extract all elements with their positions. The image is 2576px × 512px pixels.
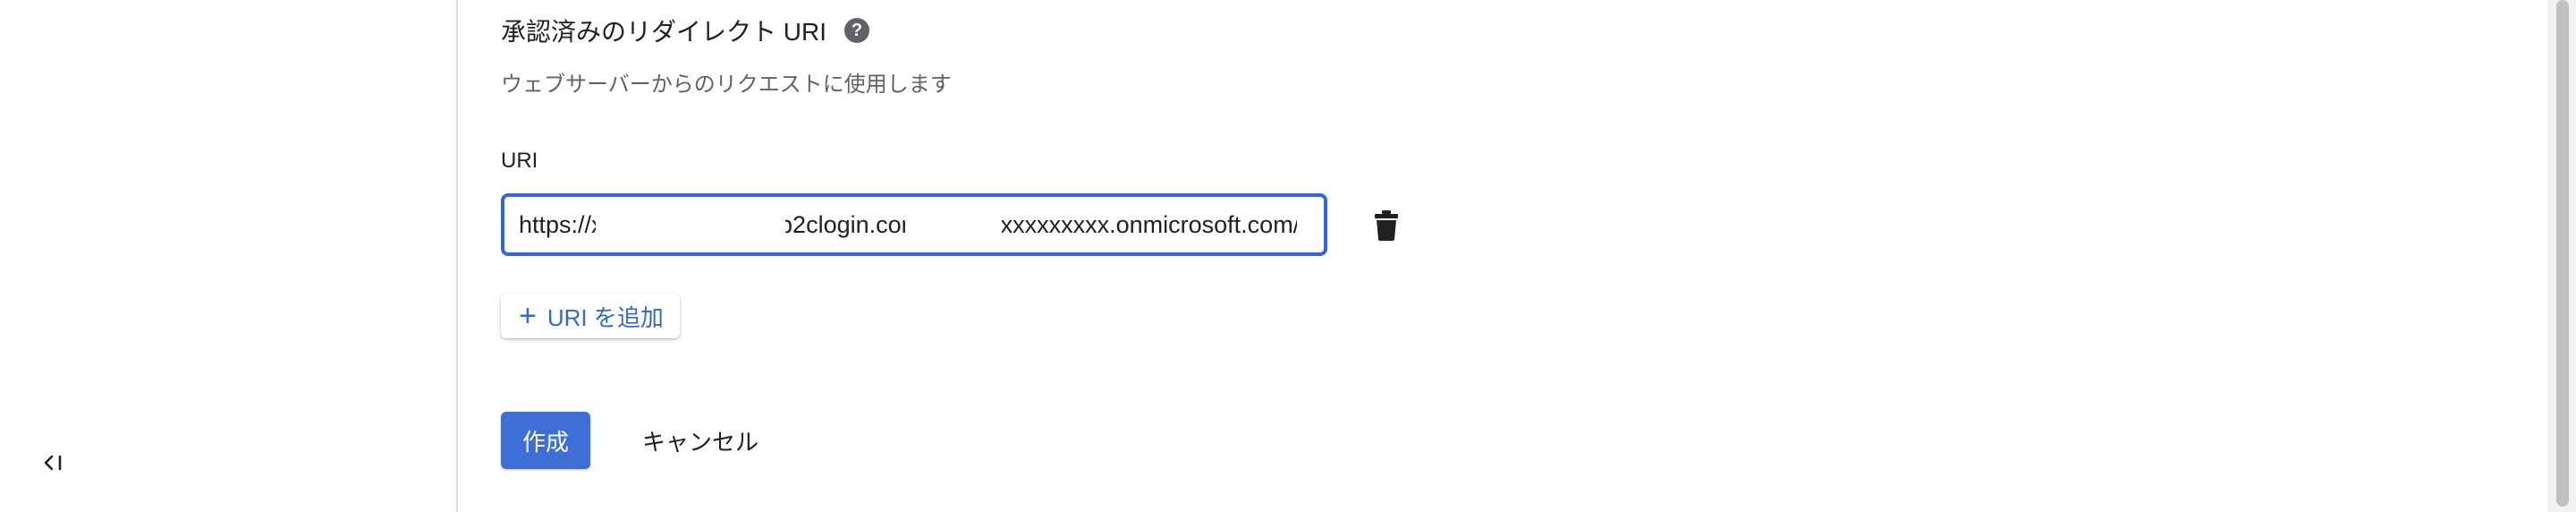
trash-icon[interactable] — [1368, 208, 1404, 243]
add-uri-label: URI を追加 — [547, 303, 664, 331]
main-content: 承認済みのリダイレクト URI ? ウェブサーバーからのリクエストに使用します … — [458, 0, 2542, 512]
redaction-block — [905, 202, 1002, 247]
redaction-block — [596, 202, 785, 247]
uri-field-label: URI — [501, 149, 538, 173]
section-title: 承認済みのリダイレクト URI ? — [501, 13, 870, 48]
help-icon[interactable]: ? — [844, 18, 870, 43]
section-title-text: 承認済みのリダイレクト URI — [501, 18, 827, 46]
add-uri-button[interactable]: + URI を追加 — [501, 294, 680, 338]
cancel-button[interactable]: キャンセル — [624, 412, 776, 469]
scrollbar-thumb[interactable] — [2556, 0, 2569, 507]
section-description: ウェブサーバーからのリクエストに使用します — [501, 73, 952, 97]
create-button[interactable]: 作成 — [501, 412, 590, 469]
side-panel — [0, 0, 458, 512]
plus-icon: + — [519, 299, 537, 333]
collapse-left-icon[interactable] — [41, 449, 68, 476]
